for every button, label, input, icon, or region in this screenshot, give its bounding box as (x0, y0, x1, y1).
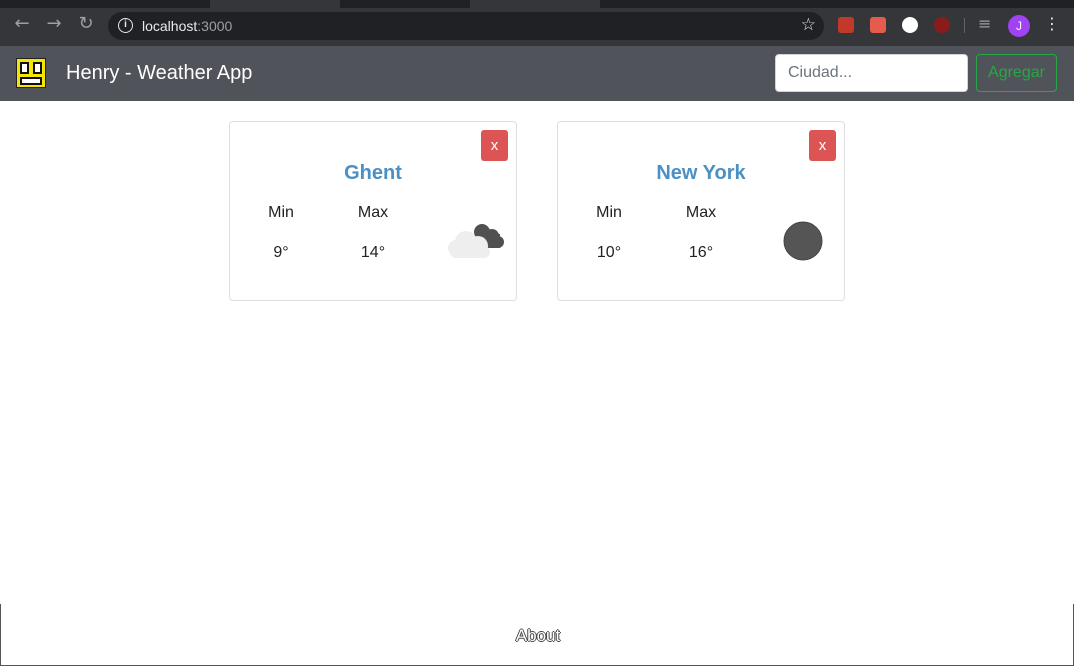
close-card-button[interactable]: x (481, 130, 508, 161)
app-logo[interactable] (16, 58, 46, 88)
max-label: Max (685, 204, 717, 221)
close-card-button[interactable]: x (809, 130, 836, 161)
max-value: 14° (360, 244, 386, 261)
max-label: Max (357, 204, 389, 221)
media-queue-icon[interactable]: ≡ (978, 14, 991, 33)
city-search-input[interactable] (775, 54, 968, 92)
url-text: localhost:3000 (142, 18, 232, 34)
extension-icon[interactable] (870, 17, 886, 33)
browser-tab[interactable] (210, 0, 340, 8)
toolbar-divider (964, 18, 965, 33)
footer: About (0, 604, 1074, 666)
extension-icon[interactable] (902, 17, 918, 33)
min-value: 9° (273, 244, 289, 261)
moon-icon (783, 221, 823, 261)
city-name: Ghent (344, 162, 402, 184)
kebab-menu-icon[interactable]: ⋮ (1044, 14, 1060, 33)
cloudy-night-icon (448, 224, 504, 258)
weather-card-new-york: x New York Min 10° Max 16° (557, 121, 845, 301)
url-port: :3000 (197, 18, 233, 34)
extension-icon[interactable] (838, 17, 854, 33)
city-name: New York (656, 162, 746, 184)
min-value: 10° (596, 244, 622, 261)
site-info-icon[interactable]: i (118, 18, 133, 33)
app-navbar: Henry - Weather App Agregar (0, 46, 1074, 101)
add-city-button[interactable]: Agregar (976, 54, 1057, 92)
back-arrow-icon[interactable]: ← (11, 13, 33, 35)
weather-card-ghent: x Ghent Min 9° Max 14° (229, 121, 517, 301)
min-label: Min (596, 204, 622, 221)
max-value: 16° (688, 244, 714, 261)
min-label: Min (268, 204, 294, 221)
tab-strip (0, 0, 1074, 8)
about-link[interactable]: About (1, 626, 1074, 646)
browser-toolbar: ← → ↻ i localhost:3000 ☆ ≡ J ⋮ (0, 0, 1074, 46)
reload-icon[interactable]: ↻ (75, 13, 97, 35)
address-bar[interactable]: i localhost:3000 ☆ (108, 12, 824, 40)
ublock-extension-icon[interactable] (934, 17, 950, 33)
app-brand[interactable]: Henry - Weather App (66, 62, 252, 85)
profile-avatar[interactable]: J (1008, 15, 1030, 37)
forward-arrow-icon[interactable]: → (43, 13, 65, 35)
browser-tab[interactable] (470, 0, 600, 8)
bookmark-star-icon[interactable]: ☆ (801, 15, 816, 35)
url-host: localhost (142, 18, 198, 34)
